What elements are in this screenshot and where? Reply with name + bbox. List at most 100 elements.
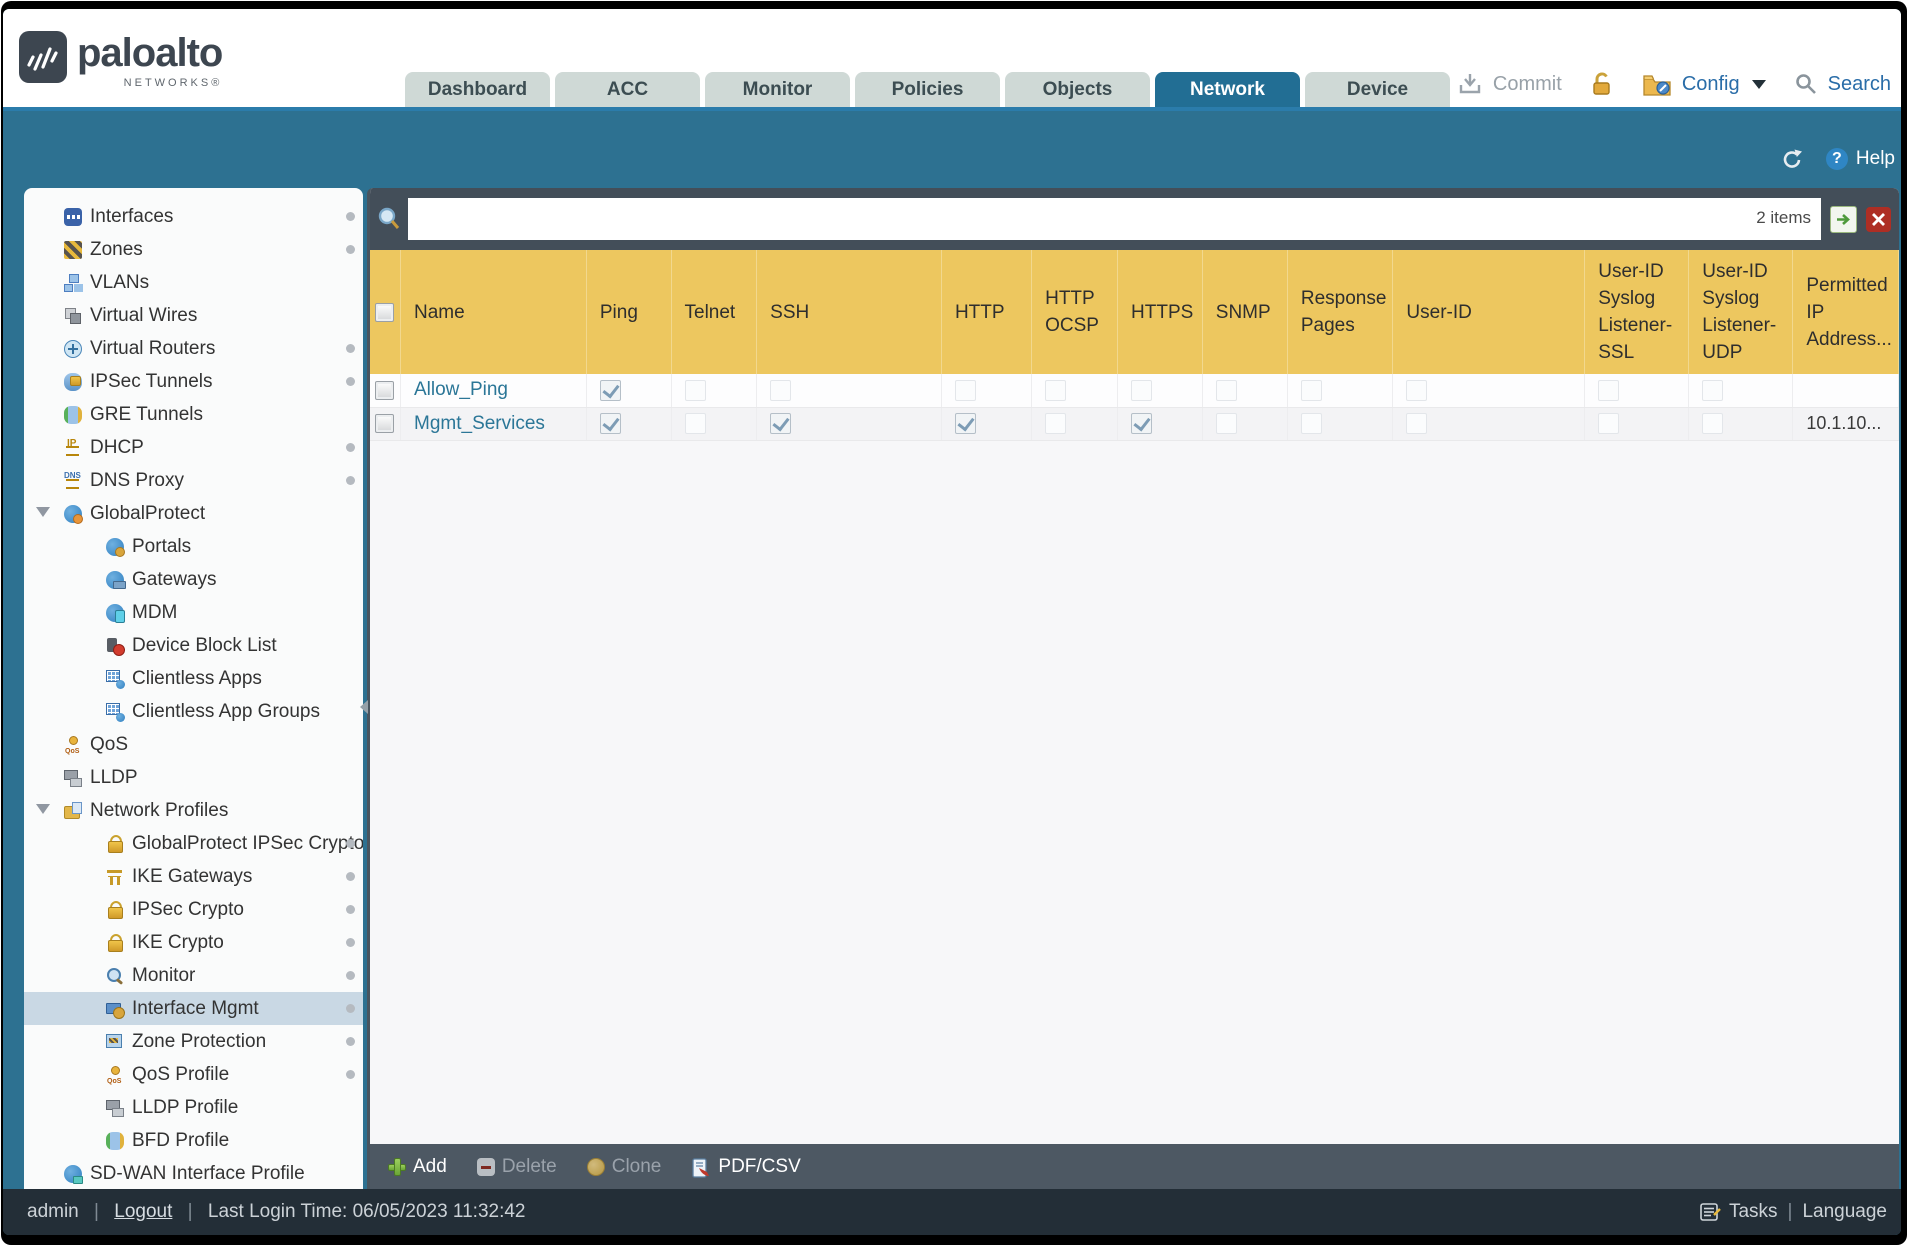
tab-dashboard[interactable]: Dashboard	[405, 72, 550, 107]
sidebar-item-lldp-profile[interactable]: LLDP Profile	[24, 1091, 363, 1124]
ping-checkbox[interactable]	[599, 379, 621, 401]
row-select-checkbox[interactable]	[375, 380, 394, 400]
ssh-checkbox[interactable]	[770, 412, 792, 434]
ping-checkbox[interactable]	[599, 412, 621, 434]
sidebar-item-bfd-profile[interactable]: BFD Profile	[24, 1124, 363, 1157]
http-checkbox[interactable]	[954, 379, 976, 401]
tab-acc[interactable]: ACC	[555, 72, 700, 107]
column-header-user-id-syslog-listener-ssl[interactable]: User-ID Syslog Listener-SSL	[1584, 250, 1690, 374]
tab-monitor[interactable]: Monitor	[705, 72, 850, 107]
column-header-ping[interactable]: Ping	[586, 250, 672, 374]
sidebar-item-zone-protection[interactable]: Zone Protection	[24, 1025, 363, 1058]
telnet-checkbox[interactable]	[684, 379, 706, 401]
help-icon[interactable]: ?	[1825, 148, 1848, 170]
sidebar-item-globalprotect-ipsec-crypto[interactable]: GlobalProtect IPSec Crypto	[24, 827, 363, 860]
profile-link[interactable]: Allow_Ping	[414, 379, 508, 400]
user-id-checkbox[interactable]	[1406, 412, 1428, 434]
column-header-user-id[interactable]: User-ID	[1392, 250, 1586, 374]
http-ocsp-checkbox[interactable]	[1045, 412, 1067, 434]
pdf-csv-button[interactable]: PDF/CSV	[691, 1156, 801, 1178]
sidebar-item-clientless-app-groups[interactable]: Clientless App Groups	[24, 695, 363, 728]
sidebar-item-monitor[interactable]: Monitor	[24, 959, 363, 992]
sidebar-item-ike-gateways[interactable]: IKE Gateways	[24, 860, 363, 893]
user-id-syslog-listener-ssl-checkbox[interactable]	[1598, 412, 1620, 434]
profile-link[interactable]: Mgmt_Services	[414, 413, 545, 434]
response-pages-checkbox[interactable]	[1300, 379, 1322, 401]
column-header-user-id-syslog-listener-udp[interactable]: User-ID Syslog Listener-UDP	[1688, 250, 1794, 374]
column-header-http-ocsp[interactable]: HTTP OCSP	[1031, 250, 1119, 374]
select-all-checkbox[interactable]	[375, 302, 394, 322]
sidebar-item-gre-tunnels[interactable]: GRE Tunnels	[24, 398, 363, 431]
delete-icon	[476, 1157, 495, 1176]
column-header-snmp[interactable]: SNMP	[1202, 250, 1288, 374]
http-cell	[941, 407, 1033, 441]
sidebar-item-dns-proxy[interactable]: DNS Proxy	[24, 464, 363, 497]
sidebar-item-ike-crypto[interactable]: IKE Crypto	[24, 926, 363, 959]
user-id-checkbox[interactable]	[1406, 379, 1428, 401]
row-select-checkbox[interactable]	[375, 413, 394, 433]
sidebar-item-interfaces[interactable]: Interfaces	[24, 200, 363, 233]
sidebar-item-ipsec-crypto[interactable]: IPSec Crypto	[24, 893, 363, 926]
tab-network[interactable]: Network	[1155, 72, 1300, 107]
tab-objects[interactable]: Objects	[1005, 72, 1150, 107]
expander-icon[interactable]	[36, 804, 50, 814]
sidebar-item-ipsec-tunnels[interactable]: IPSec Tunnels	[24, 365, 363, 398]
telnet-cell	[671, 374, 758, 408]
sidebar-item-qos-profile[interactable]: QoS Profile	[24, 1058, 363, 1091]
column-header-permitted-ip-address[interactable]: Permitted IP Address...	[1792, 250, 1899, 374]
sidebar-item-virtual-routers[interactable]: Virtual Routers	[24, 332, 363, 365]
user-id-syslog-listener-udp-checkbox[interactable]	[1702, 412, 1724, 434]
tab-policies[interactable]: Policies	[855, 72, 1000, 107]
clear-filter-button[interactable]	[1866, 206, 1891, 232]
sidebar-item-portals[interactable]: Portals	[24, 530, 363, 563]
sidebar-item-globalprotect[interactable]: GlobalProtect	[24, 497, 363, 530]
apply-filter-button[interactable]	[1830, 205, 1857, 233]
snmp-checkbox[interactable]	[1215, 379, 1237, 401]
expander-icon[interactable]	[36, 507, 50, 517]
sidebar-item-sd-wan-interface-profile[interactable]: SD-WAN Interface Profile	[24, 1157, 363, 1189]
response-pages-checkbox[interactable]	[1300, 412, 1322, 434]
config-caret-icon[interactable]	[1751, 79, 1766, 89]
sidebar-item-gateways[interactable]: Gateways	[24, 563, 363, 596]
sidebar-item-lldp[interactable]: LLDP	[24, 761, 363, 794]
column-header-http[interactable]: HTTP	[941, 250, 1033, 374]
column-header-name[interactable]: Name	[400, 250, 587, 374]
user-id-syslog-listener-udp-checkbox[interactable]	[1702, 379, 1724, 401]
item-dot	[346, 443, 355, 452]
add-button[interactable]: Add	[388, 1156, 447, 1178]
sidebar-item-qos[interactable]: QoS	[24, 728, 363, 761]
ssh-checkbox[interactable]	[770, 379, 792, 401]
sidebar-item-vlans[interactable]: VLANs	[24, 266, 363, 299]
telnet-checkbox[interactable]	[684, 412, 706, 434]
sidebar-item-clientless-apps[interactable]: Clientless Apps	[24, 662, 363, 695]
sidebar-item-virtual-wires[interactable]: Virtual Wires	[24, 299, 363, 332]
global-search-button[interactable]: Search	[1828, 73, 1891, 96]
http-ocsp-checkbox[interactable]	[1045, 379, 1067, 401]
column-header-telnet[interactable]: Telnet	[671, 250, 758, 374]
tasks-button[interactable]: Tasks	[1729, 1201, 1778, 1223]
config-button[interactable]: Config	[1682, 73, 1740, 96]
sidebar-item-device-block-list[interactable]: Device Block List	[24, 629, 363, 662]
column-header-response-pages[interactable]: Response Pages	[1287, 250, 1394, 374]
logout-link[interactable]: Logout	[114, 1201, 172, 1222]
sidebar-item-network-profiles[interactable]: Network Profiles	[24, 794, 363, 827]
lock-icon[interactable]	[1590, 71, 1614, 97]
https-checkbox[interactable]	[1131, 379, 1153, 401]
refresh-icon[interactable]	[1780, 147, 1804, 171]
filter-input[interactable]	[408, 198, 1821, 240]
sidebar-item-dhcp[interactable]: DHCP	[24, 431, 363, 464]
snmp-checkbox[interactable]	[1215, 412, 1237, 434]
commit-button[interactable]: Commit	[1493, 73, 1562, 96]
column-header-https[interactable]: HTTPS	[1117, 250, 1203, 374]
sidebar-collapse-handle[interactable]	[359, 689, 369, 725]
http-checkbox[interactable]	[954, 412, 976, 434]
tab-device[interactable]: Device	[1305, 72, 1450, 107]
help-button[interactable]: Help	[1856, 148, 1895, 170]
https-checkbox[interactable]	[1131, 412, 1153, 434]
sidebar-item-mdm[interactable]: MDM	[24, 596, 363, 629]
language-button[interactable]: Language	[1802, 1201, 1887, 1223]
sidebar-item-interface-mgmt[interactable]: Interface Mgmt	[24, 992, 363, 1025]
user-id-syslog-listener-ssl-checkbox[interactable]	[1598, 379, 1620, 401]
sidebar-item-zones[interactable]: Zones	[24, 233, 363, 266]
column-header-ssh[interactable]: SSH	[756, 250, 942, 374]
